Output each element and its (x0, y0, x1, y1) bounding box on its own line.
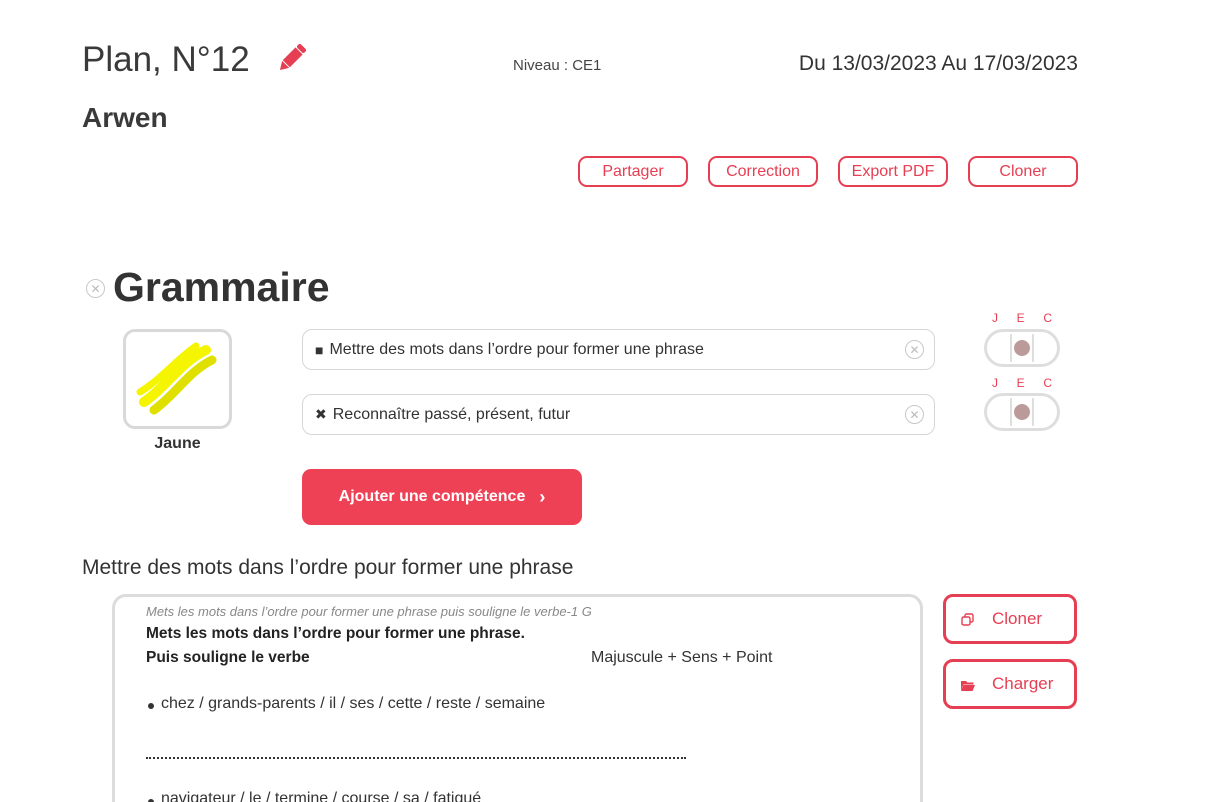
exercise-reference: Mets les mots dans l’ordre pour former u… (146, 604, 592, 619)
add-competence-button[interactable]: Ajouter une compétence › (302, 469, 582, 525)
exercise-heading: Mettre des mots dans l’ordre pour former… (82, 556, 574, 579)
jec-selected-dot (1014, 404, 1030, 420)
chevron-right-icon: › (539, 486, 546, 507)
exercise-criteria: Majuscule + Sens + Point (591, 649, 773, 666)
remove-section-icon[interactable]: ✕ (86, 279, 105, 298)
exercise-instruction-1: Mets les mots dans l’ordre pour former u… (146, 625, 525, 642)
load-exercise-label: Charger (992, 674, 1054, 693)
section-title: Grammaire (113, 264, 330, 310)
answer-line (146, 757, 686, 759)
exercise-item: navigateur / le / termine / course / sa … (161, 790, 482, 802)
copy-icon (960, 612, 976, 626)
jec-labels: J E C (984, 376, 1060, 390)
jec-label-j: J (992, 311, 998, 325)
pencil-icon[interactable] (274, 40, 310, 76)
competence-field[interactable]: ✖ Reconnaître passé, présent, futur ✕ (302, 394, 935, 435)
jec-label-j: J (992, 376, 998, 390)
exercise-instruction-2: Puis souligne le verbe (146, 649, 310, 666)
date-range: Du 13/03/2023 Au 17/03/2023 (798, 52, 1078, 75)
remove-competence-icon[interactable]: ✕ (905, 340, 924, 359)
jec-labels: J E C (984, 311, 1060, 325)
share-button[interactable]: Partager (578, 156, 688, 187)
jec-toggle[interactable] (984, 329, 1060, 367)
jec-selected-dot (1014, 340, 1030, 356)
folder-open-icon (960, 677, 976, 691)
clone-exercise-button[interactable]: Cloner (943, 594, 1077, 644)
competence-label: Reconnaître passé, présent, futur (332, 405, 571, 423)
export-pdf-button[interactable]: Export PDF (838, 156, 948, 187)
level-card[interactable] (123, 329, 232, 429)
level-indicator: Niveau : CE1 (513, 57, 602, 74)
plan-title: Plan, N°12 (82, 40, 250, 79)
add-competence-label: Ajouter une compétence (338, 488, 526, 505)
load-exercise-button[interactable]: Charger (943, 659, 1077, 709)
student-name: Arwen (82, 102, 168, 133)
exercise-card[interactable]: Mets les mots dans l’ordre pour former u… (112, 594, 923, 802)
level-label: Jaune (154, 435, 201, 452)
jec-toggle[interactable] (984, 393, 1060, 431)
competence-marker: ■ (315, 341, 324, 358)
exercise-item: chez / grands-parents / il / ses / cette… (161, 695, 546, 712)
jec-label-e: E (1016, 376, 1025, 390)
remove-competence-icon[interactable]: ✕ (905, 405, 924, 424)
jec-label-c: C (1043, 376, 1052, 390)
competence-marker: ✖ (315, 406, 327, 422)
clone-plan-button[interactable]: Cloner (968, 156, 1078, 187)
jec-label-e: E (1016, 311, 1025, 325)
competence-field[interactable]: ■ Mettre des mots dans l’ordre pour form… (302, 329, 935, 370)
yellow-belt-icon (136, 342, 217, 415)
clone-exercise-label: Cloner (992, 609, 1043, 628)
competence-label: Mettre des mots dans l’ordre pour former… (329, 340, 704, 358)
bullet-icon (148, 703, 154, 709)
correction-button[interactable]: Correction (708, 156, 818, 187)
jec-label-c: C (1043, 311, 1052, 325)
